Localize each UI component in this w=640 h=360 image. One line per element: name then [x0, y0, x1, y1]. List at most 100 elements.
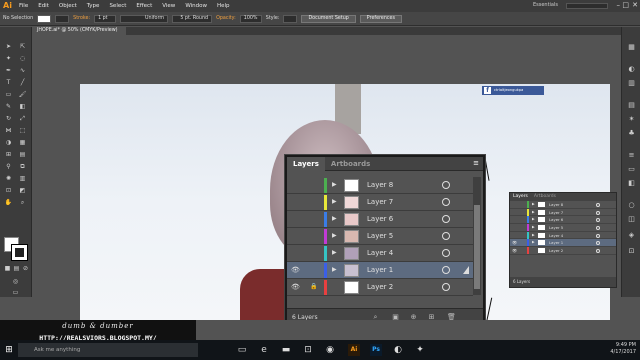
layer-target-icon[interactable] [596, 249, 600, 254]
expand-triangle-icon[interactable]: ▶ [532, 225, 535, 229]
layer-name[interactable]: Layer 7 [367, 194, 393, 211]
symbols-icon[interactable]: ♣ [627, 129, 636, 138]
document-tab[interactable]: JHOPE.ai* @ 50% (CMYK/Preview) [33, 27, 126, 35]
panel-menu-icon[interactable]: ≡ [473, 159, 479, 167]
fill-swatch[interactable] [37, 14, 52, 23]
mesh-tool-icon[interactable]: ⊞ [4, 151, 13, 159]
libraries-icon[interactable]: ▦ [627, 43, 636, 52]
layer-row[interactable]: 👁 🔒 Layer 2 [287, 279, 473, 296]
windows-start-icon[interactable]: ⊞ [3, 344, 15, 356]
minimize-icon[interactable]: – [617, 1, 621, 9]
lock-icon[interactable]: 🔒 [310, 283, 318, 291]
brush-definition[interactable]: 5 pt. Round [172, 14, 213, 23]
small-layer-row[interactable]: ▶ Layer 8 [510, 201, 616, 209]
menu-effect[interactable]: Effect [131, 0, 157, 12]
variable-width-profile[interactable]: Uniform [120, 14, 169, 23]
shape-builder-tool-icon[interactable]: ◑ [4, 139, 13, 147]
visibility-toggle[interactable] [291, 232, 300, 240]
expand-triangle-icon[interactable]: ▶ [332, 215, 337, 222]
layer-target-icon[interactable] [442, 249, 450, 257]
color-guide-icon[interactable]: ▥ [627, 79, 636, 88]
stroke-panel-icon[interactable]: ≡ [627, 151, 636, 160]
direct-selection-tool-icon[interactable]: ⇱ [18, 43, 27, 51]
expand-triangle-icon[interactable]: ▶ [532, 240, 535, 244]
layer-name[interactable]: Layer 7 [549, 209, 563, 217]
perspective-grid-tool-icon[interactable]: ▦ [18, 139, 27, 147]
expand-triangle-icon[interactable]: ▶ [332, 181, 337, 188]
layer-row[interactable]: ▶ Layer 4 [287, 245, 473, 262]
eraser-tool-icon[interactable]: ◧ [18, 103, 27, 111]
photoshop-taskbar-icon[interactable]: Ps [370, 344, 382, 356]
tab-artboards[interactable]: Artboards [325, 157, 376, 171]
small-layer-row[interactable]: ▶ Layer 7 [510, 208, 616, 217]
column-graph-tool-icon[interactable]: ▥ [18, 175, 27, 183]
layer-name[interactable]: Layer 1 [549, 239, 563, 247]
scale-tool-icon[interactable]: ⤢ [18, 115, 27, 123]
layer-row-selected[interactable]: 👁 ▶ Layer 1 [287, 262, 473, 279]
task-view-icon[interactable]: ▭ [236, 344, 248, 356]
expand-triangle-icon[interactable]: ▶ [532, 202, 535, 206]
chrome-icon[interactable]: ◉ [324, 344, 336, 356]
stroke-color-swatch[interactable] [11, 244, 28, 261]
preferences-button[interactable]: Preferences [359, 14, 403, 23]
layer-name[interactable]: Layer 5 [367, 228, 393, 245]
layer-name[interactable]: Layer 6 [367, 211, 393, 228]
visibility-toggle[interactable] [291, 181, 300, 189]
layer-row[interactable]: ▶ Layer 6 [287, 211, 473, 228]
help-search-input[interactable] [566, 3, 608, 9]
layer-name[interactable]: Layer 5 [549, 224, 563, 232]
graphic-style-picker[interactable] [283, 14, 298, 23]
drawing-mode-icon[interactable]: ◎ [11, 278, 20, 286]
layer-target-icon[interactable] [596, 233, 600, 238]
expand-triangle-icon[interactable]: ▶ [532, 217, 535, 221]
color-panel-icon[interactable]: ◐ [627, 65, 636, 74]
layer-target-icon[interactable] [596, 241, 600, 246]
small-layer-row[interactable]: ▶ Layer 6 [510, 216, 616, 225]
eyedropper-tool-icon[interactable]: ⚲ [4, 163, 13, 171]
expand-triangle-icon[interactable]: ▶ [332, 249, 337, 256]
magic-wand-tool-icon[interactable]: ✦ [4, 55, 13, 63]
layer-name[interactable]: Layer 2 [367, 279, 393, 296]
layer-target-icon[interactable] [596, 210, 600, 215]
visibility-toggle[interactable] [291, 198, 300, 206]
layer-target-icon[interactable] [442, 232, 450, 240]
expand-triangle-icon[interactable]: ▶ [532, 210, 535, 214]
expand-triangle-icon[interactable]: ▶ [332, 198, 337, 205]
eye-icon[interactable]: 👁 [291, 283, 300, 291]
system-tray[interactable]: 9:49 PM 4/17/2017 [610, 342, 636, 356]
layers-scrollbar[interactable] [473, 177, 481, 295]
menu-view[interactable]: View [157, 0, 180, 12]
edge-browser-icon[interactable]: e [258, 344, 270, 356]
free-transform-tool-icon[interactable]: ⬚ [18, 127, 27, 135]
selection-indicator[interactable] [463, 266, 469, 274]
selection-tool-icon[interactable]: ➤ [4, 43, 13, 51]
workspace-switcher[interactable]: Essentials [533, 2, 558, 8]
gradient-panel-icon[interactable]: ▭ [627, 165, 636, 174]
layer-name[interactable]: Layer 8 [549, 201, 563, 209]
stroke-swatch[interactable] [55, 14, 70, 23]
artboard-tool-icon[interactable]: ⊡ [4, 187, 13, 195]
layers-panel-icon[interactable]: ◈ [627, 231, 636, 240]
tab-layers[interactable]: Layers [287, 156, 325, 171]
line-tool-icon[interactable]: ╱ [18, 79, 27, 87]
menu-edit[interactable]: Edit [33, 0, 54, 12]
eye-icon[interactable]: 👁 [512, 240, 517, 245]
scrollbar-thumb[interactable] [474, 205, 480, 289]
menu-object[interactable]: Object [54, 0, 82, 12]
layer-name[interactable]: Layer 2 [549, 247, 563, 255]
opacity-field[interactable]: 100% [239, 14, 262, 23]
menu-help[interactable]: Help [212, 0, 235, 12]
width-tool-icon[interactable]: ⋈ [4, 127, 13, 135]
illustrator-taskbar-icon[interactable]: Ai [348, 344, 360, 356]
layer-target-icon[interactable] [442, 181, 450, 189]
maximize-icon[interactable]: □ [622, 1, 629, 9]
symbol-sprayer-tool-icon[interactable]: ✺ [4, 175, 13, 183]
small-layer-row[interactable]: ▶ Layer 5 [510, 224, 616, 232]
opacity-label[interactable]: Opacity: [216, 16, 236, 21]
expand-triangle-icon[interactable]: ▶ [532, 233, 535, 237]
close-icon[interactable]: ✕ [632, 1, 638, 9]
curvature-tool-icon[interactable]: ∿ [18, 67, 27, 75]
expand-triangle-icon[interactable]: ▶ [332, 266, 337, 273]
slice-tool-icon[interactable]: ◩ [18, 187, 27, 195]
type-tool-icon[interactable]: T [4, 79, 13, 87]
